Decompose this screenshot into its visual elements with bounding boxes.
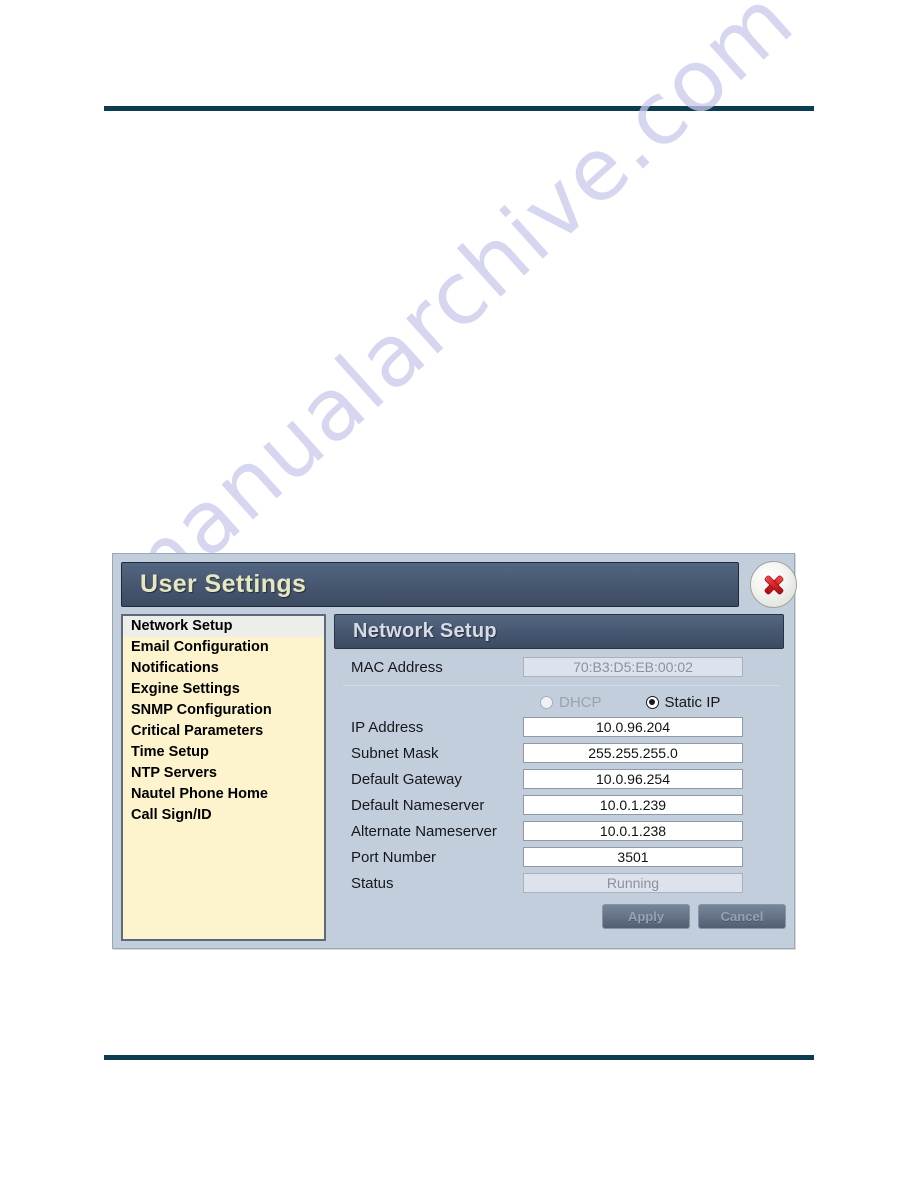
cancel-button[interactable]: Cancel	[698, 904, 786, 929]
subnet-mask-input[interactable]: 255.255.255.0	[523, 743, 743, 763]
settings-content: Network Setup MAC Address 70:B3:D5:EB:00…	[334, 614, 788, 941]
default-gateway-label: Default Gateway	[351, 770, 462, 788]
network-setup-form: MAC Address 70:B3:D5:EB:00:02 DHCP Stati…	[334, 654, 788, 929]
close-x-icon	[764, 575, 783, 594]
default-nameserver-input[interactable]: 10.0.1.239	[523, 795, 743, 815]
status-value: Running	[523, 873, 743, 893]
row-default-nameserver: Default Nameserver 10.0.1.239	[334, 792, 788, 818]
ip-address-input[interactable]: 10.0.96.204	[523, 717, 743, 737]
alternate-nameserver-input[interactable]: 10.0.1.238	[523, 821, 743, 841]
sidebar-item-call-sign-id[interactable]: Call Sign/ID	[123, 805, 324, 826]
user-settings-dialog: User Settings Network Setup Email Configu…	[112, 553, 797, 949]
settings-sidebar[interactable]: Network Setup Email Configuration Notifica…	[121, 614, 326, 941]
row-ip-address: IP Address 10.0.96.204	[334, 714, 788, 740]
apply-button[interactable]: Apply	[602, 904, 690, 929]
radio-dhcp-label: DHCP	[559, 693, 602, 711]
alternate-nameserver-label: Alternate Nameserver	[351, 822, 497, 840]
ip-address-label: IP Address	[351, 718, 424, 736]
status-label: Status	[351, 874, 394, 892]
panel-title: Network Setup	[353, 620, 497, 642]
page-rule-bottom	[104, 1055, 814, 1060]
sidebar-item-critical-parameters[interactable]: Critical Parameters	[123, 721, 324, 742]
radio-dhcp-icon	[540, 695, 553, 709]
panel-header: Network Setup	[334, 614, 784, 649]
row-mac-address: MAC Address 70:B3:D5:EB:00:02	[334, 654, 788, 680]
form-button-row: Apply Cancel	[334, 904, 788, 929]
page-rule-top	[104, 106, 814, 111]
form-divider	[343, 685, 779, 686]
dialog-titlebar: User Settings	[121, 562, 739, 607]
sidebar-item-nautel-phone-home[interactable]: Nautel Phone Home	[123, 784, 324, 805]
port-number-input[interactable]: 3501	[523, 847, 743, 867]
sidebar-item-snmp-configuration[interactable]: SNMP Configuration	[123, 700, 324, 721]
sidebar-item-network-setup[interactable]: Network Setup	[123, 616, 324, 637]
radio-static-ip-icon	[645, 695, 659, 709]
sidebar-item-exgine-settings[interactable]: Exgine Settings	[123, 679, 324, 700]
sidebar-item-ntp-servers[interactable]: NTP Servers	[123, 763, 324, 784]
row-port-number: Port Number 3501	[334, 844, 788, 870]
mac-address-label: MAC Address	[351, 658, 443, 676]
port-number-label: Port Number	[351, 848, 437, 866]
sidebar-item-email-configuration[interactable]: Email Configuration	[123, 637, 324, 658]
sidebar-item-notifications[interactable]: Notifications	[123, 658, 324, 679]
network-fields-list: IP Address 10.0.96.204 Subnet Mask 255.255.…	[334, 714, 788, 870]
default-nameserver-label: Default Nameserver	[351, 796, 485, 814]
row-subnet-mask: Subnet Mask 255.255.255.0	[334, 740, 788, 766]
row-alternate-nameserver: Alternate Nameserver 10.0.1.238	[334, 818, 788, 844]
page-watermark: manualarchive.com	[90, 0, 813, 635]
row-default-gateway: Default Gateway 10.0.96.254	[334, 766, 788, 792]
default-gateway-input[interactable]: 10.0.96.254	[523, 769, 743, 789]
sidebar-item-time-setup[interactable]: Time Setup	[123, 742, 324, 763]
row-status: Status Running	[334, 870, 788, 896]
dialog-title: User Settings	[140, 570, 307, 598]
ip-mode-radio-group: DHCP Static IP	[334, 690, 788, 714]
close-button[interactable]	[750, 561, 797, 608]
mac-address-value: 70:B3:D5:EB:00:02	[523, 657, 743, 677]
radio-dhcp[interactable]: DHCP	[540, 694, 602, 711]
radio-static-ip-label: Static IP	[664, 693, 721, 711]
subnet-mask-label: Subnet Mask	[351, 744, 439, 762]
radio-static-ip[interactable]: Static IP	[645, 693, 721, 711]
